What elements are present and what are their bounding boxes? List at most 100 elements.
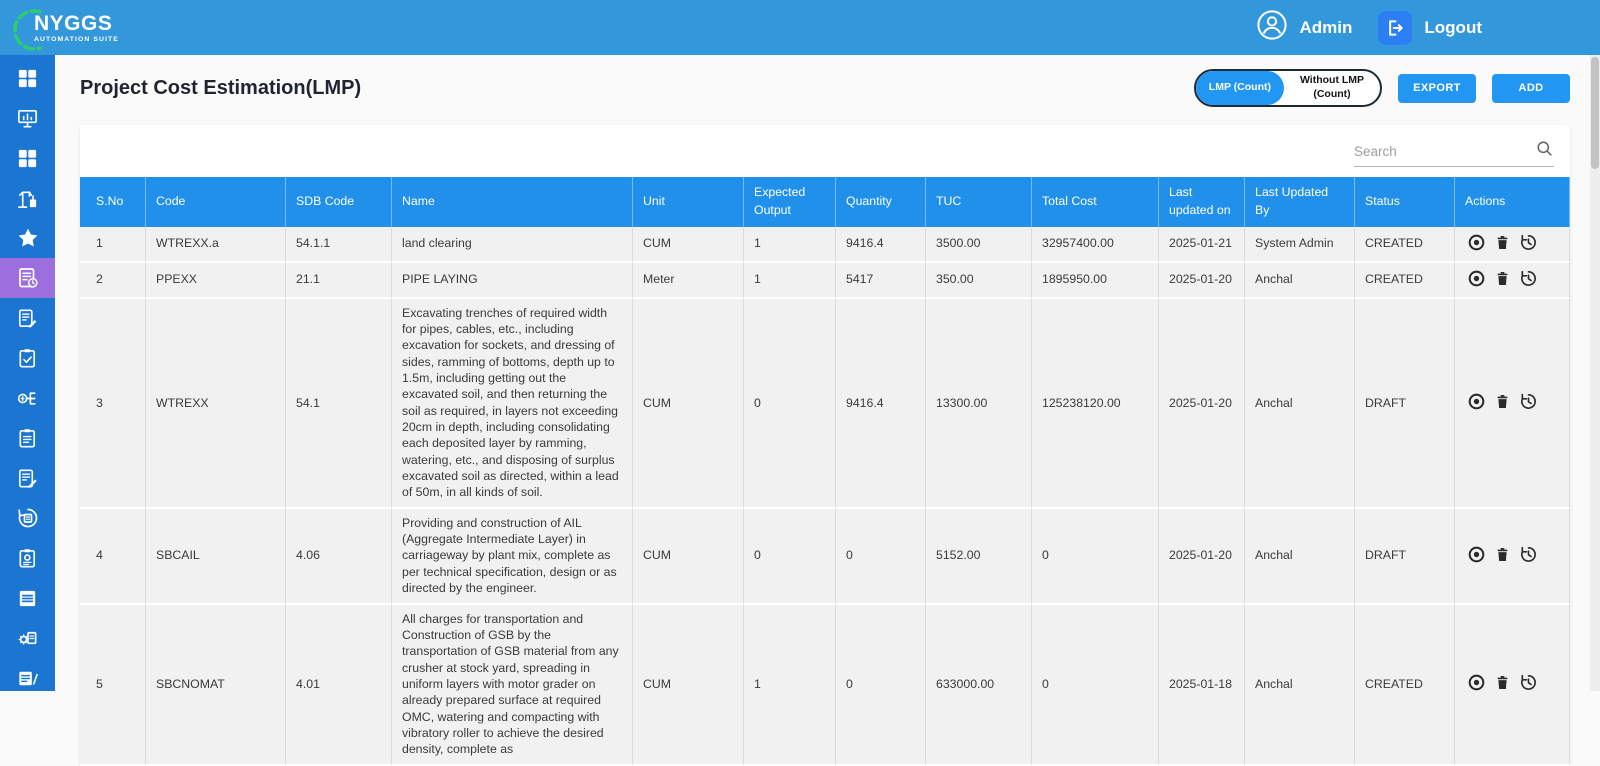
sidebar-item-document-pen[interactable] [0,298,55,338]
star-icon [16,226,40,250]
delete-button[interactable] [1491,392,1513,414]
view-icon [1467,545,1486,567]
view-button[interactable] [1465,545,1487,567]
cell-name: PIPE LAYING [392,263,633,299]
add-button[interactable]: ADD [1492,74,1570,103]
sync-document-icon [16,506,40,530]
toggle-lmp-count[interactable]: LMP (Count) [1196,71,1284,105]
export-button[interactable]: EXPORT [1398,74,1476,103]
invoice-calculator-icon [16,266,40,290]
view-icon [1467,233,1486,255]
cell-actions [1455,263,1570,299]
sidebar-item-clipboard-check[interactable] [0,338,55,378]
view-button[interactable] [1465,673,1487,695]
window-scrollbar[interactable] [1590,55,1600,691]
sidebar-item-crane[interactable] [0,178,55,218]
page-header: Project Cost Estimation(LMP) LMP (Count)… [55,55,1590,121]
cell-last-updated-by: Anchal [1245,605,1355,766]
cell-s-no: 5 [80,605,146,766]
history-icon [1519,269,1538,291]
history-icon [1519,392,1538,414]
sidebar-item-clipboard-doc[interactable] [0,418,55,458]
cell-expected-output: 1 [744,605,836,766]
cell-code: SBCNOMAT [146,605,286,766]
cell-code: SBCAIL [146,509,286,605]
column-header-quantity: Quantity [836,177,926,227]
cell-unit: CUM [633,299,744,509]
logout-button[interactable]: Logout [1378,11,1482,45]
delete-button[interactable] [1491,233,1513,255]
sidebar-item-apps-grid[interactable] [0,138,55,178]
sidebar-item-star[interactable] [0,218,55,258]
user-menu[interactable]: Admin [1256,9,1353,46]
cell-quantity: 5417 [836,263,926,299]
sidebar-item-paper-pencil[interactable] [0,658,55,691]
history-button[interactable] [1517,673,1539,695]
cell-status: CREATED [1355,263,1455,299]
history-button[interactable] [1517,545,1539,567]
cell-tuc: 3500.00 [926,227,1032,263]
sidebar-item-lines-document[interactable] [0,578,55,618]
sidebar-item-dashboard-grid[interactable] [0,58,55,98]
column-header-last-updated-by: Last Updated By [1245,177,1355,227]
cell-expected-output: 1 [744,227,836,263]
view-button[interactable] [1465,392,1487,414]
history-icon [1519,673,1538,695]
cell-quantity: 9416.4 [836,227,926,263]
cell-name: All charges for transportation and Const… [392,605,633,766]
cell-status: DRAFT [1355,299,1455,509]
cell-total-cost: 0 [1032,605,1159,766]
delete-icon [1494,545,1511,567]
logout-label: Logout [1424,18,1482,38]
cell-actions [1455,227,1570,263]
sidebar [0,55,55,691]
page-title: Project Cost Estimation(LMP) [80,77,361,100]
cell-status: DRAFT [1355,509,1455,605]
table-row: 2PPEXX21.1PIPE LAYINGMeter15417350.00189… [80,263,1570,299]
search-input[interactable] [1354,144,1535,159]
history-button[interactable] [1517,233,1539,255]
cell-s-no: 1 [80,227,146,263]
history-button[interactable] [1517,269,1539,291]
sidebar-item-gear-document[interactable] [0,618,55,658]
cell-unit: CUM [633,227,744,263]
delete-button[interactable] [1491,545,1513,567]
cell-last-updated-by: Anchal [1245,263,1355,299]
delete-icon [1494,673,1511,695]
view-icon [1467,269,1486,291]
table-header-row: S.NoCodeSDB CodeNameUnitExpected OutputQ… [80,177,1570,227]
cell-quantity: 0 [836,605,926,766]
logo-arc-icon [10,6,58,59]
toggle-without-lmp-count[interactable]: Without LMP (Count) [1284,71,1380,105]
cell-total-cost: 32957400.00 [1032,227,1159,263]
cell-status: CREATED [1355,227,1455,263]
clipboard-doc-icon [16,427,39,450]
delete-button[interactable] [1491,673,1513,695]
cell-last-updated-on: 2025-01-20 [1159,509,1245,605]
view-icon [1467,392,1486,414]
sidebar-item-document-edit[interactable] [0,458,55,498]
history-button[interactable] [1517,392,1539,414]
cell-expected-output: 0 [744,509,836,605]
cell-actions [1455,605,1570,766]
sidebar-item-clipboard-gear[interactable] [0,538,55,578]
cell-tuc: 350.00 [926,263,1032,299]
cell-code: WTREXX.a [146,227,286,263]
cell-expected-output: 1 [744,263,836,299]
sidebar-item-sync-document[interactable] [0,498,55,538]
cell-total-cost: 125238120.00 [1032,299,1159,509]
lines-document-icon [16,587,39,610]
lmp-toggle: LMP (Count) Without LMP (Count) [1194,69,1382,107]
search-icon [1535,139,1554,163]
cell-actions [1455,509,1570,605]
scrollbar-thumb[interactable] [1591,57,1599,169]
view-button[interactable] [1465,233,1487,255]
delete-button[interactable] [1491,269,1513,291]
sidebar-item-invoice-calculator[interactable] [0,258,55,298]
column-header-last-updated-on: Last updated on [1159,177,1245,227]
table-row: 5SBCNOMAT4.01All charges for transportat… [80,605,1570,766]
sidebar-item-monitor-chart[interactable] [0,98,55,138]
view-button[interactable] [1465,269,1487,291]
sidebar-item-money-flow[interactable] [0,378,55,418]
column-header-actions: Actions [1455,177,1570,227]
